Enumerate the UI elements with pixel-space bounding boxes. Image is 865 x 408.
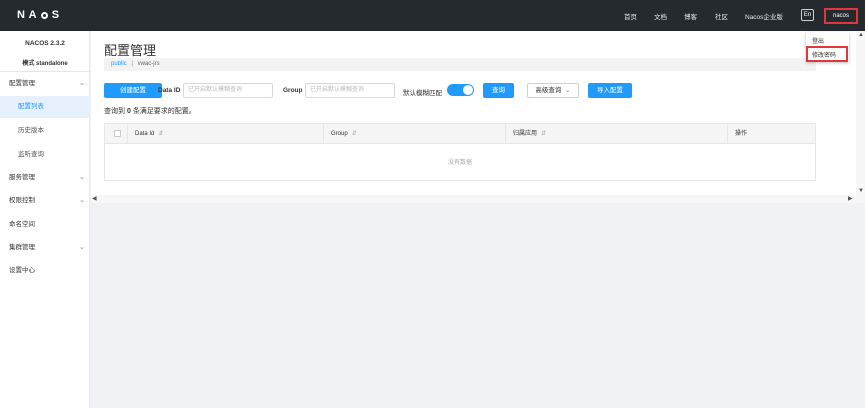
- nav-community[interactable]: 社区: [715, 11, 728, 21]
- nav-enterprise[interactable]: Nacos企业版: [745, 11, 783, 21]
- sidebar-item-label: 配置管理: [9, 80, 35, 87]
- table-header: Data Id ⇵ Group ⇵ 归属应用 ⇵ 操作: [105, 124, 815, 144]
- column-header-dataid[interactable]: Data Id ⇵: [127, 124, 323, 144]
- breadcrumb-separator: |: [131, 61, 133, 67]
- column-title: Group: [331, 131, 348, 137]
- result-prefix: 查询到: [104, 108, 125, 115]
- highlight-box: [806, 46, 848, 62]
- sidebar-item-namespace[interactable]: 命名空间: [0, 214, 90, 236]
- result-suffix: 条满足要求的配置。: [132, 108, 196, 115]
- nav-blog[interactable]: 博客: [684, 11, 697, 21]
- chevron-down-icon: ⌄: [565, 87, 571, 94]
- scroll-down-icon[interactable]: ▼: [858, 188, 864, 194]
- chevron-down-icon: ⌄: [79, 80, 85, 87]
- nav-home[interactable]: 首页: [624, 11, 637, 21]
- mode-label: 模式 standalone: [22, 61, 68, 67]
- sidebar-item-service-management[interactable]: 服务管理 ⌄: [0, 167, 90, 189]
- chevron-down-icon: ⌄: [79, 244, 85, 251]
- result-summary: 查询到 0 条满足要求的配置。: [104, 106, 196, 116]
- sidebar-item-history[interactable]: 历史版本: [0, 120, 90, 142]
- namespace-link[interactable]: public: [111, 61, 127, 67]
- column-header-app[interactable]: 归属应用 ⇵: [505, 124, 727, 144]
- column-title: Data Id: [135, 131, 155, 137]
- nav-docs[interactable]: 文档: [654, 11, 667, 21]
- sidebar-divider: [0, 71, 90, 72]
- query-button[interactable]: 查询: [483, 83, 514, 98]
- sidebar-item-label: 历史版本: [18, 127, 44, 134]
- fuzzy-match-label: 默认模糊匹配: [403, 90, 442, 97]
- group-input[interactable]: 已开启默认模糊查询: [305, 83, 395, 98]
- advanced-query-label: 高级查询: [535, 87, 562, 94]
- sidebar: NACOS 2.3.2 模式 standalone 配置管理 ⌄ 配置列表 历史…: [0, 31, 90, 408]
- scroll-left-icon[interactable]: ◀: [92, 195, 97, 202]
- select-all-checkbox[interactable]: [114, 130, 121, 137]
- sidebar-item-label: 设置中心: [9, 267, 35, 274]
- logout-menu-item[interactable]: 登出: [812, 36, 824, 45]
- scroll-up-icon[interactable]: ▲: [858, 32, 864, 38]
- breadcrumb: public | vwac-jrs: [104, 58, 816, 71]
- sidebar-item-settings[interactable]: 设置中心: [0, 260, 90, 282]
- sidebar-item-label: 权限控制: [9, 197, 35, 204]
- chevron-down-icon: ⌄: [79, 197, 85, 204]
- vertical-scrollbar[interactable]: ▲ ▼: [856, 31, 865, 203]
- select-all-cell: [105, 124, 127, 144]
- result-count: 0: [126, 108, 131, 115]
- horizontal-scrollbar[interactable]: ◀ ▶: [91, 195, 856, 203]
- advanced-query-button[interactable]: 高级查询 ⌄: [527, 83, 579, 98]
- scroll-right-icon[interactable]: ▶: [848, 195, 853, 202]
- sidebar-item-label: 集群管理: [9, 244, 35, 251]
- sort-icon[interactable]: ⇵: [158, 131, 163, 137]
- sidebar-item-label: 服务管理: [9, 174, 35, 181]
- config-table: Data Id ⇵ Group ⇵ 归属应用 ⇵ 操作 没有数据: [104, 123, 816, 181]
- version-label: NACOS 2.3.2: [25, 40, 65, 47]
- chevron-down-icon: ⌄: [79, 174, 85, 181]
- sidebar-item-label: 命名空间: [9, 221, 35, 228]
- sidebar-item-config-list[interactable]: 配置列表: [0, 96, 90, 118]
- group-label: Group: [283, 87, 303, 94]
- user-menu-trigger[interactable]: nacos: [824, 8, 858, 24]
- dataid-input[interactable]: 已开启默认模糊查询: [183, 83, 273, 98]
- page-title: 配置管理: [104, 43, 157, 58]
- nacos-logo[interactable]: N A S: [17, 9, 60, 21]
- sidebar-item-cluster-management[interactable]: 集群管理 ⌄: [0, 237, 90, 259]
- sidebar-item-config-management[interactable]: 配置管理 ⌄: [0, 73, 90, 95]
- sidebar-item-access-control[interactable]: 权限控制 ⌄: [0, 190, 90, 212]
- column-title: 操作: [735, 131, 748, 137]
- sort-icon[interactable]: ⇵: [541, 131, 546, 137]
- toggle-knob: [463, 85, 473, 95]
- language-switch[interactable]: En: [801, 9, 814, 21]
- fuzzy-match-toggle[interactable]: [447, 84, 474, 96]
- sidebar-item-label: 监听查询: [18, 151, 44, 158]
- column-header-actions: 操作: [727, 124, 815, 144]
- empty-state: 没有数据: [447, 160, 472, 166]
- sort-icon[interactable]: ⇵: [352, 131, 357, 137]
- column-header-group[interactable]: Group ⇵: [323, 124, 505, 144]
- breadcrumb-current: vwac-jrs: [137, 61, 160, 67]
- sidebar-item-listener-query[interactable]: 监听查询: [0, 144, 90, 166]
- dataid-label: Data ID: [158, 87, 181, 94]
- column-title: 归属应用: [513, 131, 538, 137]
- import-config-button[interactable]: 导入配置: [588, 83, 632, 98]
- sidebar-item-label: 配置列表: [18, 103, 44, 110]
- create-config-button[interactable]: 创建配置: [104, 83, 162, 98]
- top-navbar: N A S 首页 文档 博客 社区 Nacos企业版 En nacos: [0, 0, 865, 31]
